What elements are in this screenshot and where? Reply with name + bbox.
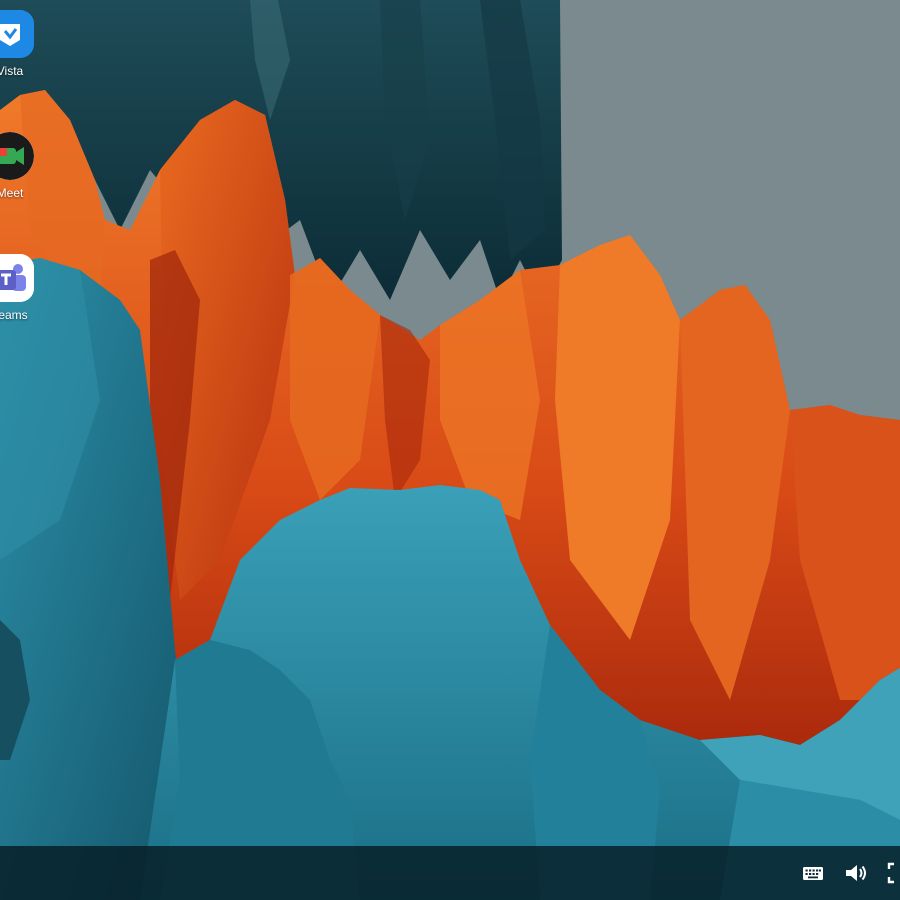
desktop-icon-meet[interactable]: Meet (0, 122, 50, 232)
keyboard-button[interactable] (799, 859, 827, 887)
screen-capture-icon (887, 862, 894, 884)
desktop-icon-teams[interactable]: Teams (0, 244, 50, 354)
google-meet-icon (0, 132, 34, 180)
desktop-screen: Vista Meet Teams (0, 0, 900, 900)
desktop-icon-label: Teams (0, 308, 28, 322)
microsoft-teams-icon (0, 254, 34, 302)
volume-icon (846, 865, 866, 881)
vista-app-icon (0, 10, 34, 58)
desktop-icon-vista[interactable]: Vista (0, 0, 50, 110)
desktop-icon-label: Vista (0, 64, 24, 78)
keyboard-icon (803, 867, 823, 880)
volume-button[interactable] (842, 859, 870, 887)
screen-capture-button[interactable] (884, 859, 900, 887)
taskbar (0, 846, 900, 900)
desktop-icon-label: Meet (0, 186, 24, 200)
desktop-wallpaper (0, 0, 900, 900)
